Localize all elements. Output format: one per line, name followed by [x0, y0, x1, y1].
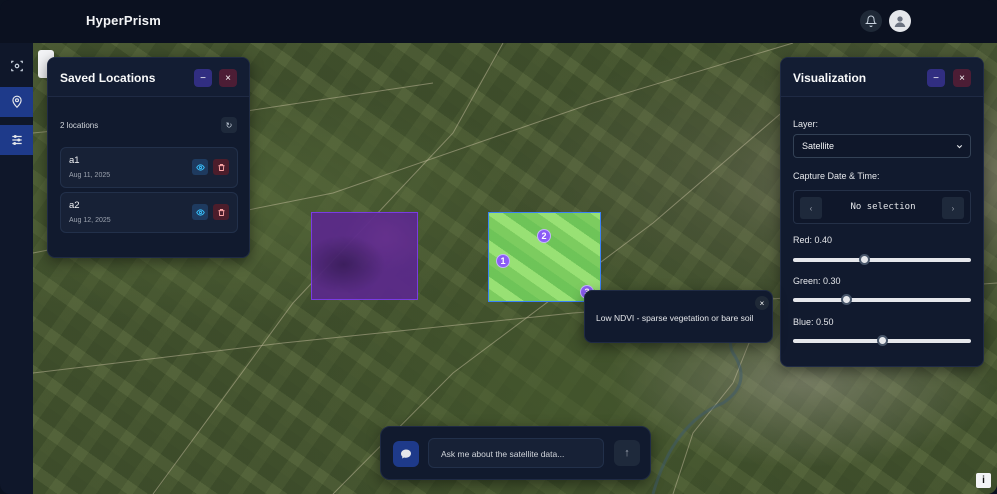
notifications-button[interactable] [860, 10, 882, 32]
capture-date-selector: ‹ No selection › [793, 190, 971, 224]
refresh-button[interactable]: ↻ [221, 117, 237, 133]
user-avatar-button[interactable] [889, 10, 911, 32]
location-date: Aug 11, 2025 [69, 172, 111, 179]
panel-header: Visualization − × [781, 58, 983, 97]
ndvi-tooltip: × Low NDVI - sparse vegetation or bare s… [584, 290, 773, 343]
green-label: Green: 0.30 [793, 276, 841, 286]
layer-value: Satellite [802, 141, 835, 151]
map-marker[interactable]: 1 [496, 254, 510, 268]
delete-location-button[interactable] [213, 204, 229, 220]
rail-scan-button[interactable] [0, 51, 33, 81]
ndvi-region-1[interactable] [311, 212, 418, 300]
info-button[interactable]: i [976, 473, 991, 488]
visualization-panel: Visualization − × Layer: Satellite Captu… [780, 57, 984, 367]
chevron-down-icon [956, 144, 963, 149]
layer-label: Layer: [793, 119, 819, 129]
saved-locations-panel: Saved Locations − × 2 locations ↻ a1 Aug… [47, 57, 250, 258]
close-button[interactable]: × [953, 69, 971, 87]
top-bar: HyperPrism [0, 0, 997, 43]
left-rail [0, 43, 33, 494]
close-icon: × [959, 72, 965, 84]
minimize-button[interactable]: − [927, 69, 945, 87]
view-location-button[interactable] [192, 204, 208, 220]
send-button[interactable]: ↑ [614, 440, 640, 466]
eye-icon [195, 163, 205, 171]
arrow-up-icon: ↑ [624, 447, 630, 459]
app-window: HyperPrism 1 2 Saved Locations − × 2 loc… [0, 0, 997, 494]
panel-title: Saved Locations [60, 71, 156, 85]
tooltip-text: Low NDVI - sparse vegetation or bare soi… [596, 313, 754, 323]
rail-visualization-button[interactable] [0, 125, 33, 155]
close-icon: × [225, 72, 231, 84]
blue-label: Blue: 0.50 [793, 317, 834, 327]
app-title: HyperPrism [86, 13, 161, 28]
capture-label: Capture Date & Time: [793, 171, 880, 181]
red-slider[interactable] [793, 254, 971, 265]
delete-location-button[interactable] [213, 159, 229, 175]
rail-locations-button[interactable] [0, 87, 33, 117]
green-slider[interactable] [793, 294, 971, 305]
layer-select[interactable]: Satellite [793, 134, 971, 158]
location-item[interactable]: a1 Aug 11, 2025 [60, 147, 238, 188]
close-icon: × [759, 298, 765, 308]
chat-bubble-icon [401, 449, 411, 459]
minimize-button[interactable]: − [194, 69, 212, 87]
tooltip-close-button[interactable]: × [755, 296, 769, 310]
panel-title: Visualization [793, 71, 867, 85]
trash-icon [218, 208, 224, 216]
minus-icon: − [933, 72, 939, 84]
view-location-button[interactable] [192, 159, 208, 175]
eye-icon [195, 208, 205, 216]
red-label: Red: 0.40 [793, 235, 833, 245]
refresh-icon: ↻ [225, 120, 233, 130]
slider-thumb[interactable] [841, 294, 853, 305]
bell-icon [865, 15, 877, 27]
next-date-button[interactable]: › [942, 197, 964, 219]
location-name: a2 [69, 200, 80, 211]
map-pin-icon [11, 95, 22, 109]
chat-toggle-button[interactable] [393, 441, 419, 467]
trash-icon [218, 163, 224, 171]
map-marker[interactable]: 2 [537, 229, 551, 243]
user-avatar-icon [894, 16, 906, 27]
location-item[interactable]: a2 Aug 12, 2025 [60, 192, 238, 233]
location-date: Aug 12, 2025 [69, 217, 111, 224]
chat-input[interactable]: Ask me about the satellite data... [428, 438, 604, 468]
minus-icon: − [200, 72, 206, 84]
sliders-icon [11, 135, 22, 145]
panel-header: Saved Locations − × [48, 58, 249, 97]
slider-thumb[interactable] [859, 254, 871, 265]
location-name: a1 [69, 155, 80, 166]
slider-thumb[interactable] [877, 335, 888, 346]
close-button[interactable]: × [219, 69, 237, 87]
blue-slider[interactable] [793, 335, 971, 346]
chat-bar: Ask me about the satellite data... ↑ [380, 426, 651, 480]
locations-count: 2 locations [60, 121, 99, 130]
chevron-right-icon: › [951, 203, 955, 213]
scan-target-icon [10, 60, 23, 72]
